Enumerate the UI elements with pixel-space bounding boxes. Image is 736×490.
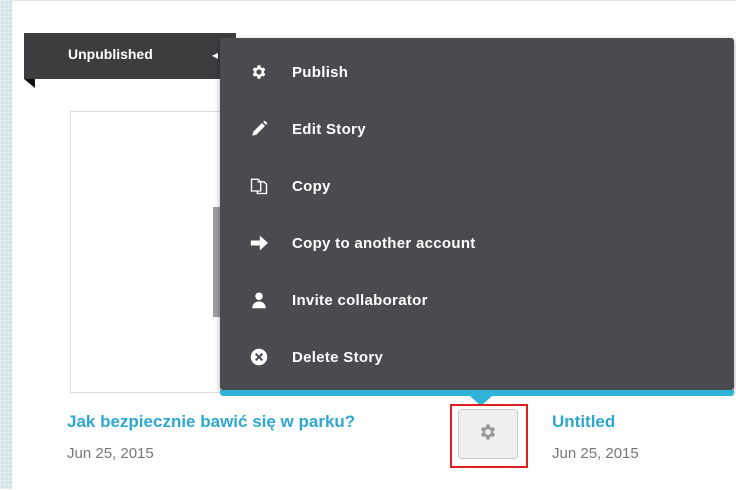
menu-item-label: Copy to another account: [292, 234, 476, 252]
caret-left-icon: ◂: [212, 48, 219, 62]
story-card-preview[interactable]: [70, 111, 227, 393]
story-date: Jun 25, 2015: [67, 445, 154, 462]
unpublished-label-text: Unpublished: [68, 46, 153, 62]
menu-item-label: Copy: [292, 177, 331, 195]
menu-item-label: Edit Story: [292, 120, 366, 138]
story-title-link[interactable]: Untitled: [552, 412, 615, 432]
pencil-icon: [248, 118, 270, 140]
menu-item-label: Delete Story: [292, 348, 384, 366]
copy-icon: [248, 175, 270, 197]
menu-item-delete-story[interactable]: Delete Story: [220, 329, 734, 385]
story-title-link[interactable]: Jak bezpiecznie bawić się w parku?: [67, 412, 355, 432]
highlight-box: [450, 404, 528, 468]
menu-item-label: Publish: [292, 63, 349, 81]
menu-item-copy[interactable]: Copy: [220, 158, 734, 214]
story-date: Jun 25, 2015: [552, 445, 639, 462]
arrow-right-icon: [248, 232, 270, 254]
menu-item-publish[interactable]: Publish: [220, 44, 734, 100]
close-circle-icon: [248, 346, 270, 368]
unpublished-label: Unpublished: [24, 33, 236, 79]
menu-item-invite-collaborator[interactable]: Invite collaborator: [220, 272, 734, 328]
menu-item-edit-story[interactable]: Edit Story: [220, 101, 734, 157]
menu-item-label: Invite collaborator: [292, 291, 428, 309]
gear-icon: [248, 61, 270, 83]
user-icon: [248, 289, 270, 311]
menu-item-copy-to-account[interactable]: Copy to another account: [220, 215, 734, 271]
left-strip: [0, 0, 12, 489]
ribbon-fold: [24, 79, 35, 88]
